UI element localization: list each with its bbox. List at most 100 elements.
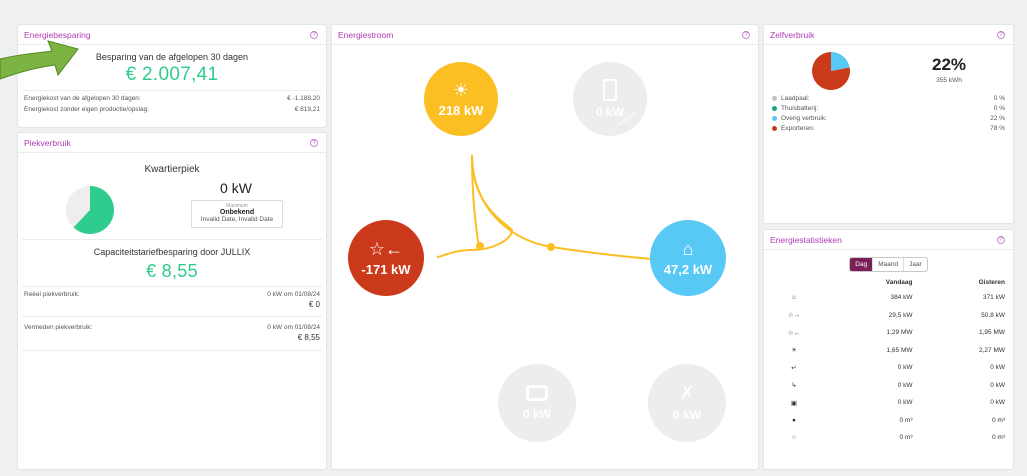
- grid-import-icon: ☆→: [787, 312, 801, 320]
- card-title: Zelfverbruik: [770, 29, 815, 40]
- yesterday-value: 0 m³: [992, 434, 1005, 442]
- card-header: Energiestatistieken ?: [764, 230, 1013, 250]
- peak-status: Onbekend: [219, 209, 255, 216]
- legend-dot: [772, 125, 777, 131]
- cap-amount: € 8,55: [146, 261, 198, 281]
- today-value: 29,5 kW: [888, 311, 913, 319]
- yesterday-value: 371 kW: [982, 294, 1005, 302]
- car-icon: ▣: [790, 399, 798, 407]
- water-icon: ○: [792, 434, 796, 442]
- home-icon: ⌂: [792, 294, 796, 302]
- period-tabs: Dag Maand Jaar: [849, 257, 928, 272]
- table-row: ☆→ 29,5 kW 50,8 kW: [764, 307, 1013, 325]
- card-header: Zelfverbruik ?: [764, 25, 1013, 45]
- table-row: ☀ 1,65 MW 2,27 MW: [764, 342, 1013, 360]
- legend-item: Thuisbatterij: 0 %: [764, 103, 1013, 113]
- cost-value: € 819,21: [294, 106, 320, 113]
- legend-label: Thuisbatterij:: [781, 104, 819, 112]
- yesterday-col-header: Gisteren: [978, 279, 1005, 286]
- gas-icon: ●: [792, 416, 796, 424]
- battery-circle[interactable]: 0 kW Onbekend: [573, 62, 647, 136]
- reeel-label: Reëel piekverbruik:: [24, 291, 80, 298]
- legend-value: 0 %: [993, 104, 1005, 112]
- solar-value: 218 kW: [438, 102, 484, 118]
- tab-maand[interactable]: Maand: [873, 258, 905, 271]
- legend-item: Exporteren: 78 %: [764, 123, 1013, 133]
- cost-label: Energiekost van de afgelopen 30 dagen:: [24, 95, 141, 102]
- yesterday-value: 0 m³: [992, 416, 1005, 424]
- help-icon[interactable]: ?: [997, 235, 1005, 244]
- tab-jaar[interactable]: Jaar: [904, 258, 927, 271]
- card-title: Piekverbruik: [24, 137, 71, 148]
- battery-charge-icon: ↵: [791, 364, 797, 372]
- legend-dot: [772, 115, 777, 121]
- icon-col-header: [764, 276, 824, 289]
- card-title: Energiebesparing: [24, 29, 91, 40]
- today-value: 0 kW: [897, 364, 913, 372]
- legend-label: Overig verbruik:: [781, 114, 827, 122]
- battery-discharge-icon: ↳: [791, 382, 797, 390]
- home-value: 47,2 kW: [663, 261, 713, 277]
- home-circle[interactable]: ⌂ 47,2 kW: [650, 220, 726, 296]
- table-row: ☆← 1,29 MW 1,95 MW: [764, 324, 1013, 342]
- zelfverbruik-card: Zelfverbruik ? 22% 355 kWh Laadpaal: 0 % …: [763, 24, 1014, 224]
- vermeden-label: Vermeden piekverbruik:: [24, 324, 93, 331]
- today-col-header: Vandaag: [885, 279, 913, 286]
- peak-pie-chart: [66, 186, 114, 234]
- legend-value: 22 %: [990, 114, 1005, 122]
- car-value: 0 kW: [522, 407, 551, 421]
- legend-item: Overig verbruik: 22 %: [764, 113, 1013, 123]
- cap-heading: Capaciteitstariefbesparing door JULLIX: [93, 247, 251, 257]
- yesterday-value: 1,95 MW: [978, 329, 1005, 337]
- car-circle[interactable]: 0 kW: [498, 364, 576, 442]
- energiestatistieken-card: Energiestatistieken ? Dag Maand Jaar Van…: [763, 229, 1014, 470]
- today-value: 1,29 MW: [886, 329, 913, 337]
- plug-off-icon: ✗: [679, 383, 695, 403]
- car-icon: [526, 385, 548, 401]
- help-icon[interactable]: ?: [310, 30, 318, 39]
- help-icon[interactable]: ?: [997, 30, 1005, 39]
- help-icon[interactable]: ?: [310, 138, 318, 147]
- green-arrow-icon: [0, 40, 79, 80]
- reeel-amount: € 0: [308, 300, 320, 309]
- cost-label: Energiekost zonder eigen productie/opsla…: [24, 106, 150, 113]
- legend-label: Laadpaal:: [781, 94, 810, 102]
- stats-table: Vandaag Gisteren ⌂ 384 kW 371 kW ☆→ 29,5 kW…: [764, 276, 1013, 447]
- grid-export-icon: ☆←: [368, 238, 404, 259]
- tab-dag[interactable]: Dag: [850, 258, 874, 271]
- vermeden-row: Vermeden piekverbruik: 0 kW om 01/08/24 …: [24, 324, 320, 342]
- solar-icon: ☀: [791, 347, 797, 355]
- peak-value: 0 kW: [220, 180, 252, 196]
- vermeden-value: 0 kW om 01/08/24: [267, 324, 320, 331]
- today-value: 0 kW: [897, 399, 913, 407]
- reeel-row: Reëel piekverbruik: 0 kW om 01/08/24 € 0: [24, 291, 320, 309]
- plug-circle[interactable]: ✗ 0 kW: [648, 364, 726, 442]
- grid-export-icon: ☆←: [787, 329, 801, 337]
- today-value: 384 kW: [890, 294, 913, 302]
- table-header-row: Vandaag Gisteren: [764, 276, 1013, 289]
- legend-value: 78 %: [990, 124, 1005, 132]
- table-row: ● 0 m³ 0 m³: [764, 412, 1013, 430]
- energiestroom-card: Energiestroom ? ☀ 218 kW 0 kW Onbekend ☆…: [331, 24, 759, 470]
- legend-label: Exporteren:: [781, 124, 815, 132]
- grid-circle[interactable]: ☆← -171 kW: [348, 220, 424, 296]
- self-kwh: 355 kWh: [936, 77, 962, 84]
- self-percent: 22%: [931, 55, 967, 74]
- piekverbruik-card: Piekverbruik ? Kwartierpiek 0 kW Maximum…: [17, 132, 327, 470]
- battery-value: 0 kW: [595, 105, 624, 119]
- today-value: 0 kW: [897, 381, 913, 389]
- yesterday-value: 0 kW: [990, 381, 1005, 389]
- card-header: Piekverbruik ?: [18, 133, 326, 153]
- solar-circle[interactable]: ☀ 218 kW: [424, 62, 498, 136]
- self-consumption-pie-chart: [812, 52, 850, 90]
- cost-row: Energiekost van de afgelopen 30 dagen: €…: [18, 93, 326, 104]
- today-value: 1,65 MW: [886, 346, 913, 354]
- plug-value: 0 kW: [672, 408, 701, 422]
- yesterday-value: 50,8 kW: [981, 311, 1005, 319]
- home-icon: ⌂: [682, 238, 694, 259]
- cost-value: € -1.188,20: [287, 95, 320, 102]
- table-row: ↵ 0 kW 0 kW: [764, 359, 1013, 377]
- table-row: ▣ 0 kW 0 kW: [764, 394, 1013, 412]
- peak-dates: Invalid Date, Invalid Date: [200, 216, 274, 223]
- legend-item: Laadpaal: 0 %: [764, 93, 1013, 103]
